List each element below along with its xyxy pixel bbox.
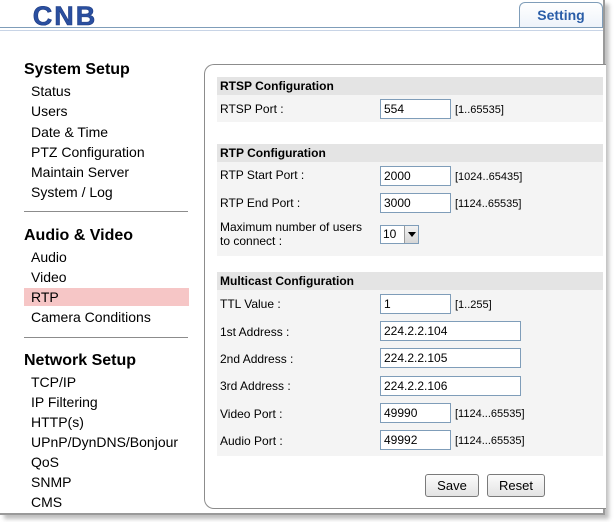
tab-setting[interactable]: Setting — [519, 2, 603, 27]
sidebar-item-video[interactable]: Video — [24, 268, 189, 286]
video-port-label: Video Port : — [220, 407, 283, 421]
sidebar-item-ptz-configuration[interactable]: PTZ Configuration — [24, 143, 189, 161]
max-users-selected-value: 10 — [383, 227, 397, 241]
rtp-end-port-input[interactable] — [380, 193, 451, 213]
sidebar-divider — [24, 337, 188, 338]
rtp-end-port-label: RTP End Port : — [220, 196, 301, 210]
sidebar-item-users[interactable]: Users — [24, 102, 189, 120]
sidebar-item-tcp-ip[interactable]: TCP/IP — [24, 373, 189, 391]
sidebar-item-maintain-server[interactable]: Maintain Server — [24, 163, 189, 181]
max-users-label: Maximum number of users — [220, 220, 363, 234]
sidebar-item-date-time[interactable]: Date & Time — [24, 123, 189, 141]
rtp-end-port-range: [1124..65535] — [455, 198, 522, 210]
ttl-value-input[interactable] — [380, 294, 451, 314]
third-address-label: 3rd Address : — [220, 379, 291, 393]
ttl-value-label: TTL Value : — [220, 297, 281, 311]
first-address-input[interactable] — [380, 321, 521, 341]
sidebar-section-network-setup: Network Setup — [24, 352, 137, 369]
chevron-down-icon[interactable] — [404, 226, 418, 243]
sidebar-item-status[interactable]: Status — [24, 82, 189, 100]
second-address-label: 2nd Address : — [220, 352, 294, 366]
rtp-section-header: RTP Configuration — [217, 144, 603, 162]
reset-button[interactable]: Reset — [487, 474, 545, 497]
rtsp-port-label: RTSP Port : — [220, 102, 284, 116]
sidebar-item-system-log[interactable]: System / Log — [24, 183, 189, 201]
ttl-value-range: [1..255] — [455, 299, 492, 311]
rtp-start-port-input[interactable] — [380, 166, 451, 186]
sidebar-item-rtp[interactable]: RTP — [24, 288, 189, 306]
sidebar-item-snmp[interactable]: SNMP — [24, 473, 189, 491]
rtp-start-port-range: [1024..65435] — [455, 171, 523, 183]
sidebar-item-camera-conditions[interactable]: Camera Conditions — [24, 308, 189, 326]
sidebar-item-ip-filtering[interactable]: IP Filtering — [24, 393, 189, 411]
rtsp-port-range: [1..65535] — [455, 104, 504, 116]
audio-port-label: Audio Port : — [220, 434, 283, 448]
sidebar-section-audio-video: Audio & Video — [24, 227, 134, 244]
audio-port-range: [1124...65535] — [455, 435, 525, 447]
sidebar-item-audio[interactable]: Audio — [24, 248, 189, 266]
first-address-label: 1st Address : — [220, 325, 290, 339]
save-button[interactable]: Save — [425, 474, 479, 497]
rtsp-port-input[interactable] — [380, 99, 451, 119]
max-users-select[interactable]: 10 — [380, 225, 419, 244]
sidebar-item-upnp-dyndns-bonjour[interactable]: UPnP/DynDNS/Bonjour — [24, 433, 189, 451]
max-users-label-line2: to connect : — [220, 234, 283, 248]
sidebar-section-system-setup: System Setup — [24, 61, 130, 78]
sidebar-item-qos[interactable]: QoS — [24, 453, 189, 471]
sidebar: System Setup Status Users Date & Time PT… — [0, 0, 200, 513]
rtsp-section-header: RTSP Configuration — [217, 77, 603, 95]
rtp-start-port-label: RTP Start Port : — [220, 168, 305, 182]
third-address-input[interactable] — [380, 376, 521, 396]
video-port-input[interactable] — [380, 403, 451, 423]
second-address-input[interactable] — [380, 348, 521, 368]
sidebar-item-cms[interactable]: CMS — [24, 493, 189, 511]
multicast-section-header: Multicast Configuration — [217, 272, 603, 290]
window-frame: CNB Setting System Setup Status Users Da… — [0, 0, 606, 515]
sidebar-item-https[interactable]: HTTP(s) — [24, 413, 189, 431]
sidebar-divider — [24, 211, 188, 212]
video-port-range: [1124...65535] — [455, 408, 525, 420]
audio-port-input[interactable] — [380, 430, 451, 450]
